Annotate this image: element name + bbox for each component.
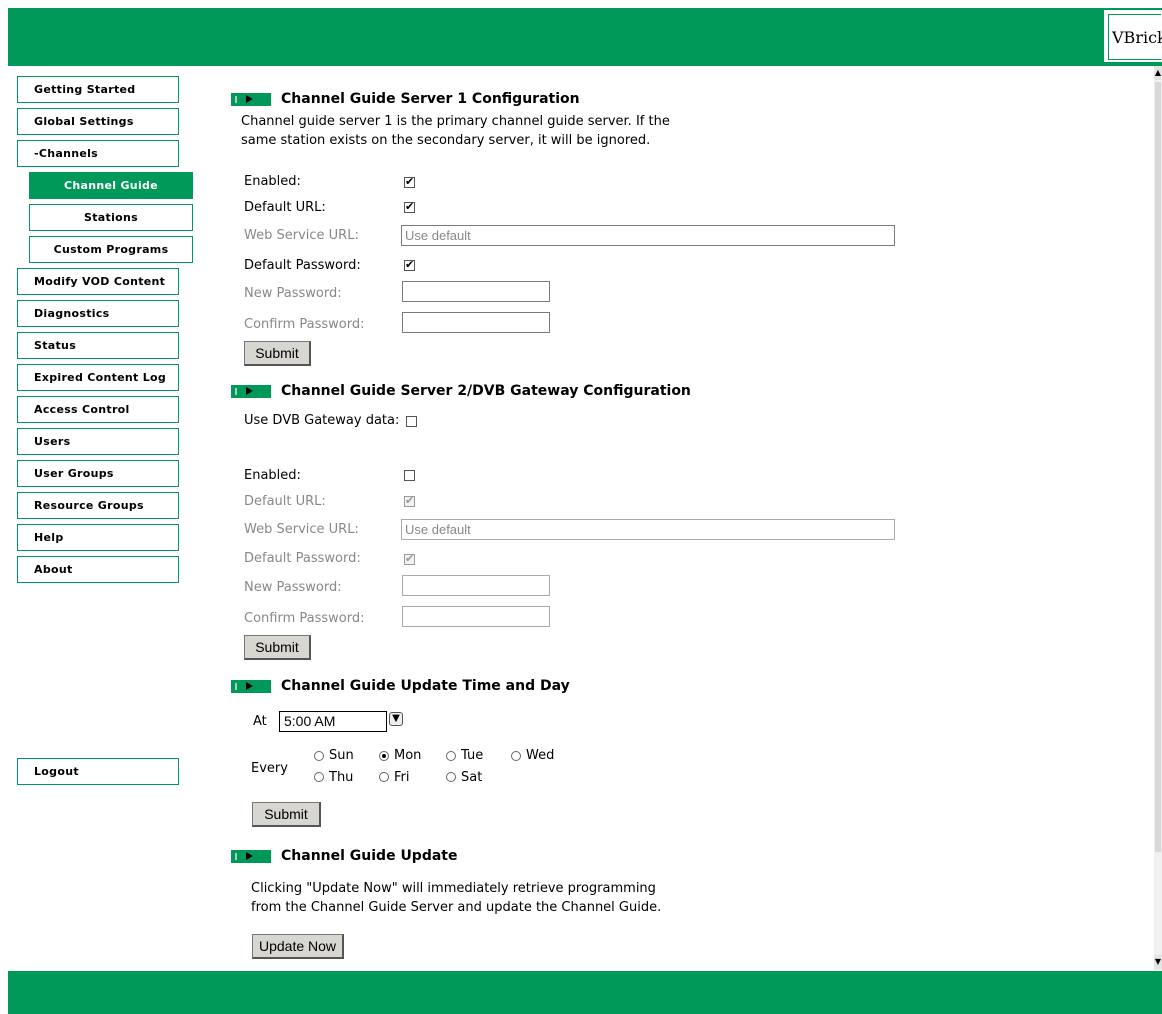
update-now-title: Channel Guide Update: [281, 848, 458, 864]
update-time-title: Channel Guide Update Time and Day: [281, 678, 570, 694]
server2-ws-url-label: Web Service URL:: [244, 522, 359, 537]
server2-title: Channel Guide Server 2/DVB Gateway Confi…: [281, 383, 691, 399]
sidebar-item-global-settings[interactable]: Global Settings: [17, 108, 179, 135]
sidebar-item-stations[interactable]: Stations: [29, 204, 193, 231]
sidebar-item-channels[interactable]: -Channels: [17, 140, 179, 167]
scroll-down-arrow-icon[interactable]: ▼: [1154, 955, 1162, 969]
sidebar-item-status[interactable]: Status: [17, 332, 179, 359]
footer-bar: [8, 971, 1162, 1014]
server1-ws-url-label: Web Service URL:: [244, 228, 359, 243]
server2-submit-button[interactable]: Submit: [244, 635, 311, 660]
day-radio-sat[interactable]: [446, 772, 456, 782]
sidebar-item-diagnostics[interactable]: Diagnostics: [17, 300, 179, 327]
day-label-sun: Sun: [329, 748, 354, 763]
sidebar-item-help[interactable]: Help: [17, 524, 179, 551]
section-arrow-icon: [231, 850, 271, 863]
logo-text: VBrick: [1112, 28, 1162, 47]
sidebar-item-access-control[interactable]: Access Control: [17, 396, 179, 423]
sidebar-item-expired-content-log[interactable]: Expired Content Log: [17, 364, 179, 391]
server2-default-url-label: Default URL:: [244, 494, 326, 509]
day-label-thu: Thu: [329, 770, 354, 785]
day-label-sat: Sat: [461, 770, 483, 785]
server2-use-dvb-checkbox[interactable]: [406, 416, 417, 427]
sidebar-item-user-groups[interactable]: User Groups: [17, 460, 179, 487]
scroll-up-arrow-icon[interactable]: ▲: [1154, 66, 1162, 80]
logout-button[interactable]: Logout: [17, 758, 179, 785]
sidebar-item-custom-programs[interactable]: Custom Programs: [29, 236, 193, 263]
section-arrow-icon: [231, 385, 271, 398]
server1-submit-button[interactable]: Submit: [244, 341, 311, 366]
section-arrow-icon: [231, 680, 271, 693]
server1-confirm-password-input[interactable]: [402, 312, 550, 333]
server1-description-line2: same station exists on the secondary ser…: [241, 133, 651, 148]
server1-title: Channel Guide Server 1 Configuration: [281, 91, 580, 107]
day-radio-mon[interactable]: [379, 751, 389, 761]
server1-default-url-checkbox[interactable]: [404, 200, 415, 213]
server2-new-password-label: New Password:: [244, 580, 342, 595]
server2-new-password-input[interactable]: [402, 575, 550, 596]
sidebar-item-modify-vod-content[interactable]: Modify VOD Content: [17, 268, 179, 295]
server1-enabled-label: Enabled:: [244, 174, 301, 189]
server1-ws-url-input[interactable]: Use default: [401, 225, 895, 246]
day-radio-sun[interactable]: [314, 751, 324, 761]
update-time-submit-button[interactable]: Submit: [252, 802, 321, 827]
server1-description-line1: Channel guide server 1 is the primary ch…: [241, 114, 670, 129]
server1-default-password-label: Default Password:: [244, 258, 361, 273]
server1-new-password-label: New Password:: [244, 286, 342, 301]
server2-default-url-checkbox[interactable]: [404, 494, 415, 507]
server1-enabled-checkbox[interactable]: [404, 175, 415, 188]
server2-confirm-password-input[interactable]: [402, 606, 550, 627]
vbrick-logo: VBrick: [1100, 10, 1162, 62]
day-radio-fri[interactable]: [379, 772, 389, 782]
update-now-button[interactable]: Update Now: [252, 934, 344, 959]
update-now-description-line1: Clicking "Update Now" will immediately r…: [251, 881, 656, 896]
sidebar-item-users[interactable]: Users: [17, 428, 179, 455]
day-label-mon: Mon: [394, 748, 422, 763]
sidebar-item-getting-started[interactable]: Getting Started: [17, 76, 179, 103]
sidebar-item-resource-groups[interactable]: Resource Groups: [17, 492, 179, 519]
server1-confirm-password-label: Confirm Password:: [244, 317, 365, 332]
server2-use-dvb-label: Use DVB Gateway data:: [244, 413, 400, 428]
day-radio-tue[interactable]: [446, 751, 456, 761]
section-arrow-icon: [231, 93, 271, 106]
update-now-description-line2: from the Channel Guide Server and update…: [251, 900, 662, 915]
server2-default-password-label: Default Password:: [244, 551, 361, 566]
server1-default-password-checkbox[interactable]: [404, 258, 415, 271]
update-at-label: At: [253, 714, 267, 729]
scrollbar-thumb[interactable]: [1155, 82, 1161, 852]
sidebar-item-channel-guide[interactable]: Channel Guide: [29, 172, 193, 199]
server1-new-password-input[interactable]: [402, 281, 550, 302]
server1-default-url-label: Default URL:: [244, 200, 326, 215]
server2-confirm-password-label: Confirm Password:: [244, 611, 365, 626]
sidebar-item-about[interactable]: About: [17, 556, 179, 583]
day-label-wed: Wed: [526, 748, 555, 763]
update-time-select[interactable]: 5:00 AM: [279, 711, 387, 732]
server2-default-password-checkbox[interactable]: [404, 552, 415, 565]
time-dropdown-arrow-icon[interactable]: ▼: [389, 712, 403, 726]
update-every-label: Every: [251, 761, 288, 776]
day-label-fri: Fri: [394, 770, 410, 785]
server2-enabled-label: Enabled:: [244, 468, 301, 483]
server2-ws-url-input[interactable]: Use default: [401, 519, 895, 540]
day-label-tue: Tue: [461, 748, 484, 763]
server2-enabled-checkbox[interactable]: [404, 470, 415, 481]
day-radio-wed[interactable]: [511, 751, 521, 761]
header-bar: VBrick: [8, 8, 1162, 66]
day-radio-thu[interactable]: [314, 772, 324, 782]
